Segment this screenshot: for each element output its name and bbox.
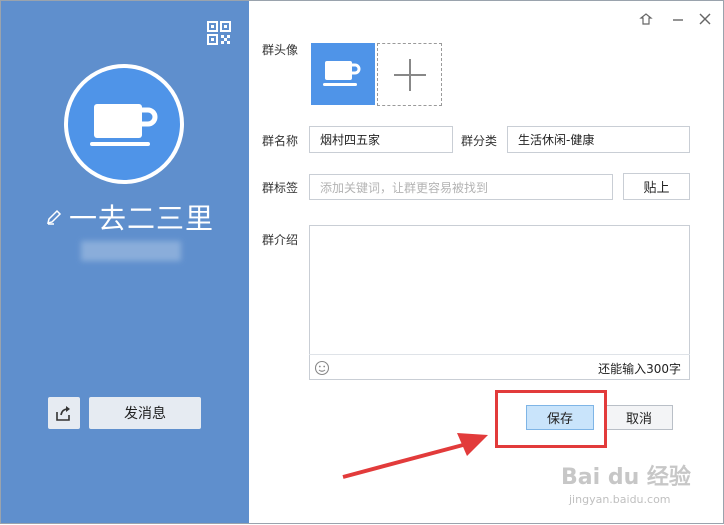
watermark-logo: Bai du 经验 bbox=[561, 465, 691, 490]
group-settings-window: 一去二三里 发消息 群头像 群名称 烟村四五家 群分类 生活休闲-健康 群标签 … bbox=[0, 0, 724, 524]
red-arrow-annotation bbox=[342, 433, 488, 479]
watermark-url: jingyan.baidu.com bbox=[569, 493, 671, 506]
